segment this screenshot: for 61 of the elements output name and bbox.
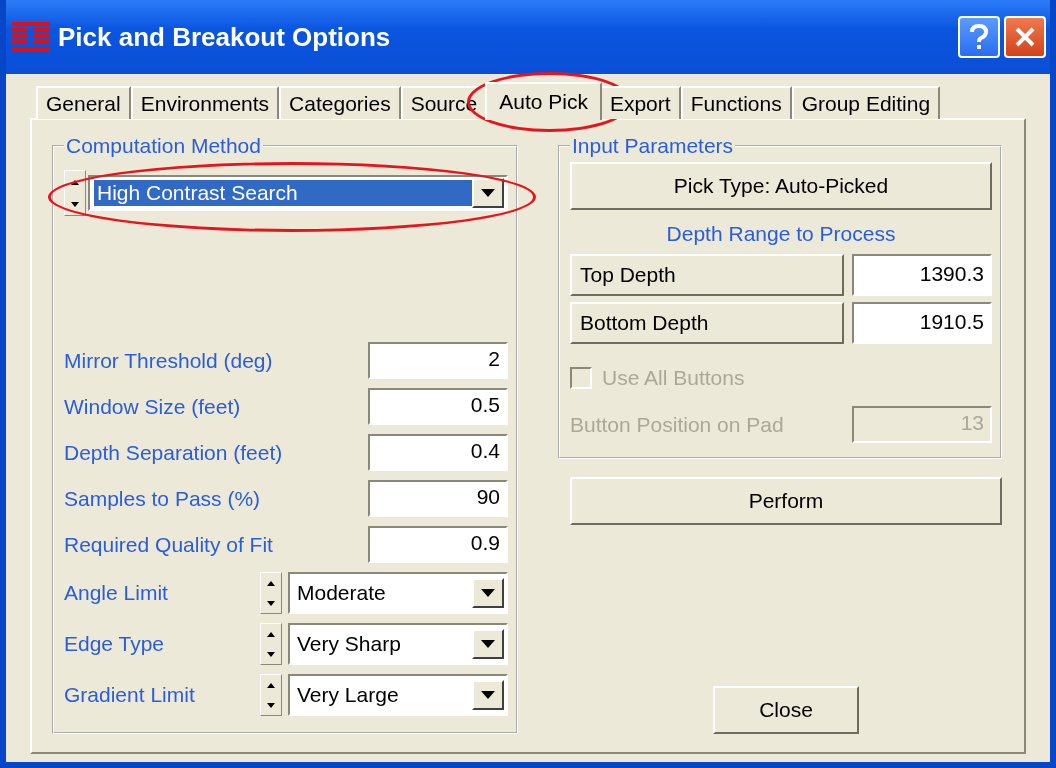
dropdown-field[interactable]: Moderate: [288, 572, 508, 614]
dropdown-button[interactable]: [472, 629, 504, 659]
field-label: Edge Type: [64, 632, 165, 656]
question-mark-icon: [969, 24, 989, 50]
input-field[interactable]: 0.4: [368, 434, 508, 471]
caret-icon: [481, 691, 495, 699]
app-logo-icon: [12, 22, 50, 52]
tab[interactable]: Categories: [279, 86, 401, 119]
tab[interactable]: Export: [599, 86, 681, 119]
field-label: Mirror Threshold (deg): [64, 348, 273, 373]
down-arrow-icon: [267, 651, 275, 657]
depth-button[interactable]: Top Depth: [570, 254, 844, 296]
input-field[interactable]: 90: [368, 480, 508, 517]
field-label: Required Quality of Fit: [64, 532, 273, 557]
up-arrow-icon: [267, 631, 275, 637]
dropdown-field[interactable]: Very Large: [288, 674, 508, 716]
close-button[interactable]: Close: [713, 686, 859, 734]
input-field[interactable]: 0.5: [368, 388, 508, 425]
dropdown-field[interactable]: Very Sharp: [288, 623, 508, 665]
input-field[interactable]: 1910.5: [852, 302, 992, 344]
close-button[interactable]: [1004, 16, 1046, 58]
dropdown-button[interactable]: [472, 178, 504, 208]
help-button[interactable]: [958, 16, 1000, 58]
perform-button[interactable]: Perform: [570, 477, 1002, 525]
field-label: Depth Separation (feet): [64, 440, 283, 465]
spinner-control[interactable]: [260, 674, 282, 716]
field-label: Button Position on Pad: [570, 412, 784, 437]
caret-icon: [481, 189, 495, 197]
input-field[interactable]: 0.9: [368, 526, 508, 563]
tab[interactable]: General: [36, 86, 131, 119]
dropdown-button[interactable]: [472, 578, 504, 608]
field-label: Window Size (feet): [64, 394, 241, 419]
spinner-control[interactable]: [260, 572, 282, 614]
section-heading: Depth Range to Process: [665, 222, 897, 246]
down-arrow-icon: [267, 702, 275, 708]
spinner-control[interactable]: [64, 170, 86, 216]
method-dropdown[interactable]: High Contrast Search: [88, 175, 508, 211]
down-arrow-icon: [71, 201, 79, 207]
down-arrow-icon: [267, 600, 275, 606]
close-icon: [1014, 26, 1036, 48]
tab[interactable]: Functions: [680, 86, 792, 119]
group-title: Computation Method: [65, 134, 262, 158]
field-label: Angle Limit: [64, 581, 168, 605]
input-field[interactable]: 1390.3: [852, 254, 992, 296]
tab[interactable]: Environments: [130, 86, 280, 119]
field-label: Samples to Pass (%): [64, 486, 261, 511]
caret-icon: [481, 589, 495, 597]
field-label: Gradient Limit: [64, 683, 195, 707]
dropdown-button[interactable]: [472, 680, 504, 710]
up-arrow-icon: [267, 682, 275, 688]
tab[interactable]: Group Editing: [791, 86, 941, 119]
up-arrow-icon: [267, 580, 275, 586]
depth-button[interactable]: Bottom Depth: [570, 302, 844, 344]
tab[interactable]: Auto Pick: [485, 82, 602, 120]
caret-icon: [481, 640, 495, 648]
group-title: Input Parameters: [571, 134, 735, 158]
spinner-control[interactable]: [260, 623, 282, 665]
pick-type-button[interactable]: Pick Type: Auto-Picked: [570, 162, 992, 210]
checkbox-label: Use All Buttons: [602, 366, 745, 390]
window-title: Pick and Breakout Options: [58, 21, 391, 53]
input-field[interactable]: 2: [368, 342, 508, 379]
